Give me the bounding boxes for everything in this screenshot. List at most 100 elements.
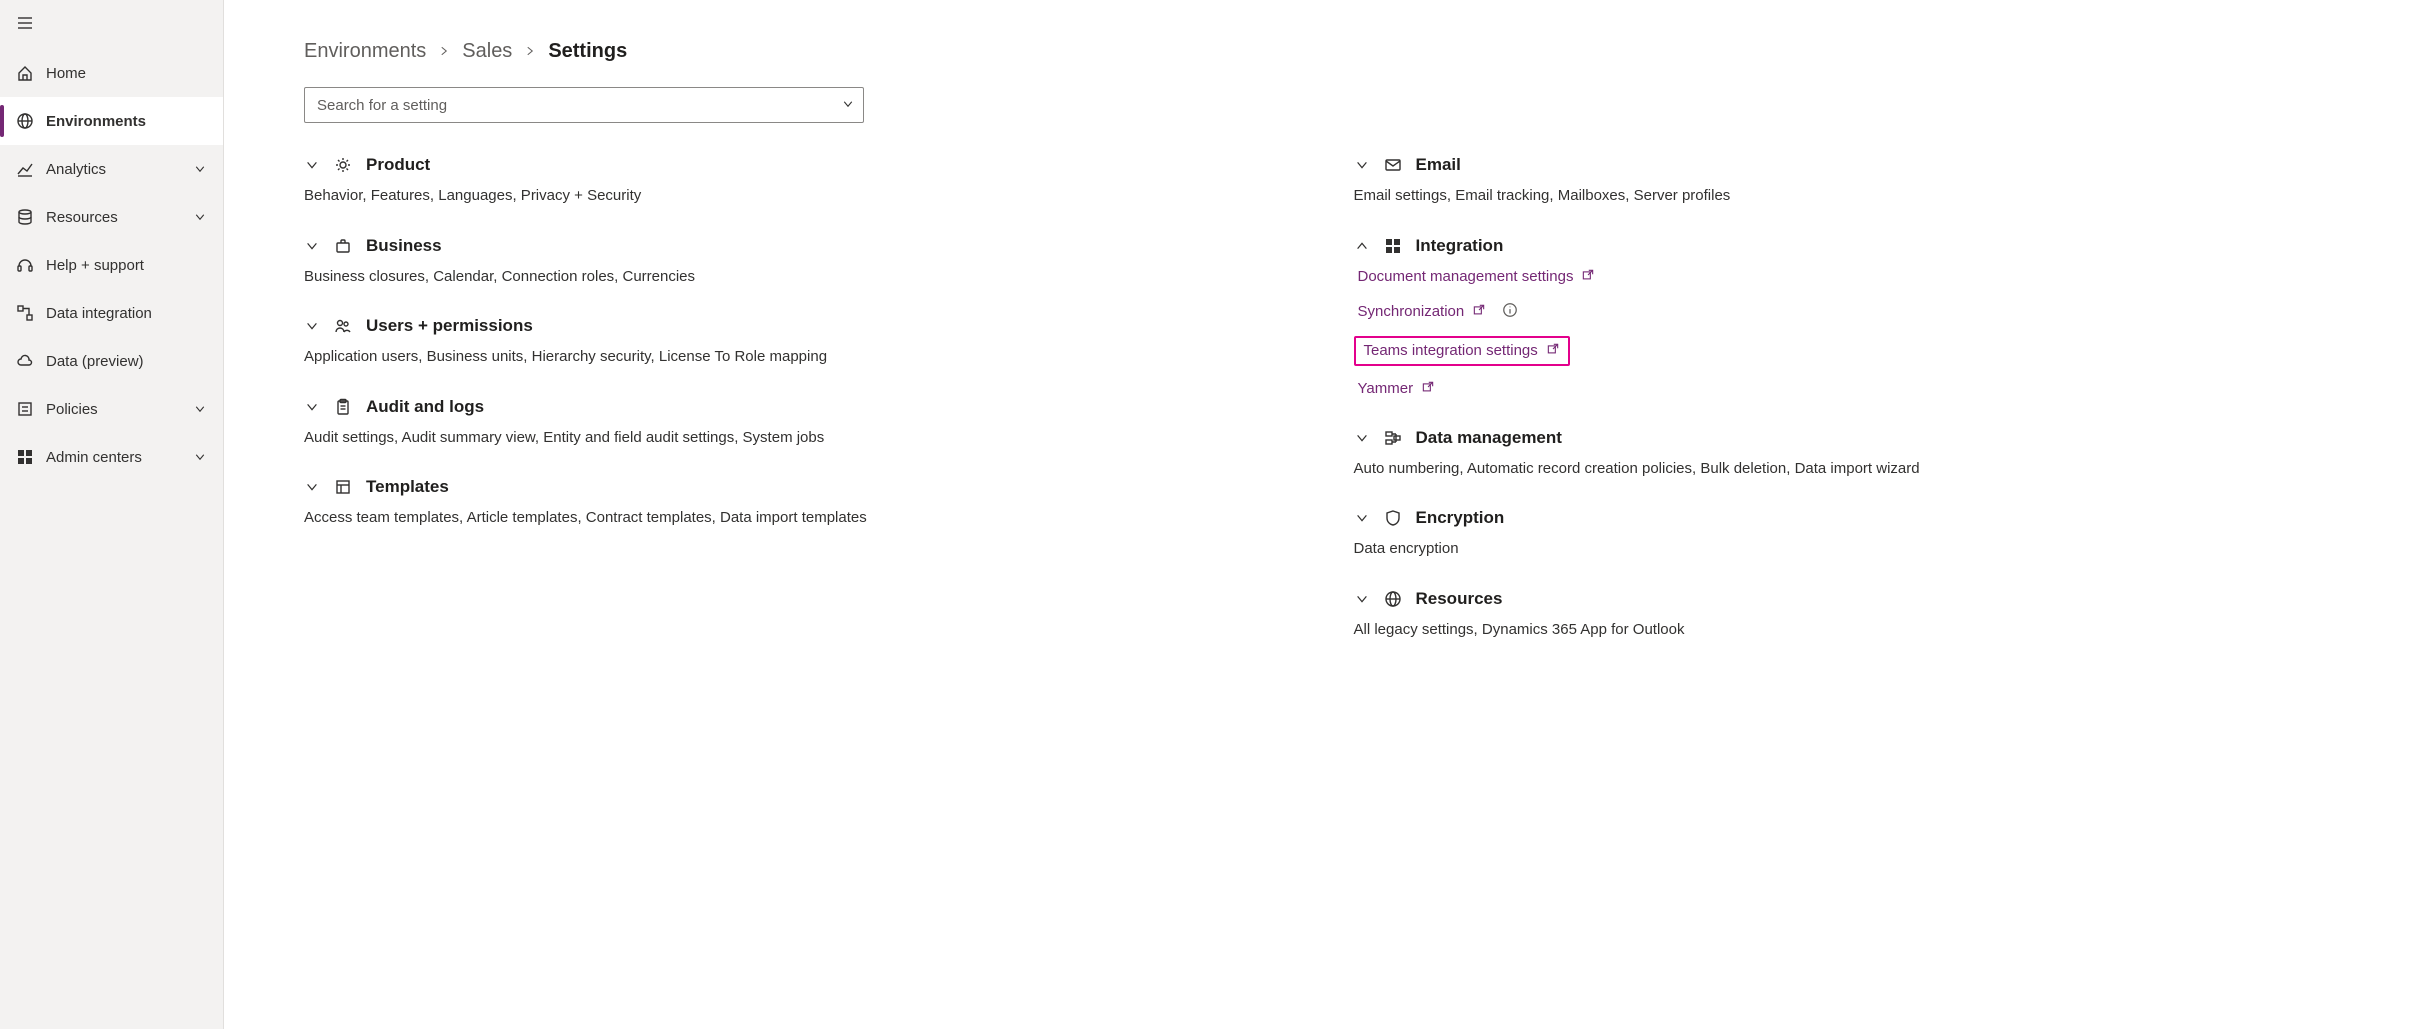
info-icon[interactable] bbox=[1502, 302, 1518, 322]
external-link-icon bbox=[1581, 268, 1595, 286]
settings-link[interactable]: Synchronization bbox=[1354, 300, 1523, 324]
chart-icon bbox=[16, 160, 34, 178]
globe-icon bbox=[16, 112, 34, 130]
group-header[interactable]: Integration bbox=[1354, 236, 2364, 256]
external-link-icon bbox=[1472, 303, 1486, 321]
gear-icon bbox=[334, 156, 352, 174]
group-subtitle: Auto numbering, Automatic record creatio… bbox=[1354, 458, 2364, 481]
chevron-down-icon bbox=[1354, 591, 1370, 607]
external-link-icon bbox=[1421, 380, 1435, 398]
group-header[interactable]: Data management bbox=[1354, 428, 2364, 448]
sidebar-item-datapre[interactable]: Data (preview) bbox=[0, 337, 223, 385]
chevron-right-icon bbox=[524, 40, 536, 63]
hamburger-button[interactable] bbox=[0, 0, 223, 49]
group-title: Business bbox=[366, 236, 442, 256]
sidebar-item-label: Admin centers bbox=[46, 449, 193, 466]
database-icon bbox=[16, 208, 34, 226]
sidebar-item-label: Analytics bbox=[46, 161, 193, 178]
group-subtitle: Behavior, Features, Languages, Privacy +… bbox=[304, 185, 1314, 208]
group-header[interactable]: Users + permissions bbox=[304, 316, 1314, 336]
main-content: Environments Sales Settings Product Behavio… bbox=[224, 0, 2423, 1029]
group-links: Document management settings Synchronizat… bbox=[1354, 266, 2364, 400]
group-header[interactable]: Audit and logs bbox=[304, 397, 1314, 417]
external-link-icon bbox=[1546, 342, 1560, 360]
group-header[interactable]: Email bbox=[1354, 155, 2364, 175]
group-subtitle: All legacy settings, Dynamics 365 App fo… bbox=[1354, 619, 2364, 642]
group-title: Product bbox=[366, 155, 430, 175]
chevron-down-icon bbox=[1354, 157, 1370, 173]
chevron-right-icon bbox=[438, 40, 450, 63]
chevron-down-icon bbox=[1354, 510, 1370, 526]
group-header[interactable]: Encryption bbox=[1354, 508, 2364, 528]
link-label: Synchronization bbox=[1358, 303, 1465, 320]
settings-column: Email Email settings, Email tracking, Mai… bbox=[1354, 155, 2364, 669]
sidebar-item-label: Resources bbox=[46, 209, 193, 226]
sidebar-item-admin[interactable]: Admin centers bbox=[0, 433, 223, 481]
settings-link[interactable]: Yammer bbox=[1354, 378, 1440, 400]
group-header[interactable]: Business bbox=[304, 236, 1314, 256]
group-title: Users + permissions bbox=[366, 316, 533, 336]
mail-icon bbox=[1384, 156, 1402, 174]
sidebar-item-label: Help + support bbox=[46, 257, 207, 274]
group-title: Data management bbox=[1416, 428, 1562, 448]
settings-group-audit: Audit and logsAudit settings, Audit summ… bbox=[304, 397, 1314, 450]
sidebar-item-analytics[interactable]: Analytics bbox=[0, 145, 223, 193]
settings-link[interactable]: Document management settings bbox=[1354, 266, 1600, 288]
chevron-down-icon bbox=[304, 399, 320, 415]
windows-icon bbox=[1384, 237, 1402, 255]
dataflow-icon bbox=[16, 304, 34, 322]
group-title: Email bbox=[1416, 155, 1461, 175]
globe-icon bbox=[1384, 590, 1402, 608]
settings-group-templates: Templates Access team templates, Article … bbox=[304, 477, 1314, 530]
group-subtitle: Data encryption bbox=[1354, 538, 2364, 561]
group-subtitle: Access team templates, Article templates… bbox=[304, 507, 1314, 530]
chevron-down-icon bbox=[193, 210, 207, 224]
settings-group-res: Resources All legacy settings, Dynamics 3… bbox=[1354, 589, 2364, 642]
chevron-down-icon bbox=[193, 402, 207, 416]
briefcase-icon bbox=[334, 237, 352, 255]
settings-group-integration: Integration Document management settings S… bbox=[1354, 236, 2364, 400]
shield-icon bbox=[1384, 509, 1402, 527]
sidebar-item-home[interactable]: Home bbox=[0, 49, 223, 97]
chevron-down-icon bbox=[193, 450, 207, 464]
settings-group-datamgmt: Data management Auto numbering, Automatic… bbox=[1354, 428, 2364, 481]
group-subtitle: Email settings, Email tracking, Mailboxe… bbox=[1354, 185, 2364, 208]
sidebar-item-resources[interactable]: Resources bbox=[0, 193, 223, 241]
sidebar-item-environments[interactable]: Environments bbox=[0, 97, 223, 145]
admin-icon bbox=[16, 448, 34, 466]
chevron-down-icon bbox=[1354, 430, 1370, 446]
breadcrumb-item[interactable]: Sales bbox=[462, 40, 512, 63]
settings-link[interactable]: Teams integration settings bbox=[1354, 336, 1570, 366]
sidebar-item-help[interactable]: Help + support bbox=[0, 241, 223, 289]
clipboard-icon bbox=[334, 398, 352, 416]
chevron-down-icon bbox=[304, 479, 320, 495]
hamburger-icon bbox=[16, 19, 34, 35]
sidebar-item-label: Policies bbox=[46, 401, 193, 418]
datamgmt-icon bbox=[1384, 429, 1402, 447]
group-header[interactable]: Resources bbox=[1354, 589, 2364, 609]
people-icon bbox=[334, 317, 352, 335]
chevron-down-icon bbox=[304, 318, 320, 334]
settings-column: Product Behavior, Features, Languages, Pr… bbox=[304, 155, 1314, 669]
sidebar-item-policies[interactable]: Policies bbox=[0, 385, 223, 433]
headset-icon bbox=[16, 256, 34, 274]
breadcrumb-item: Settings bbox=[548, 40, 627, 63]
group-subtitle: Application users, Business units, Hiera… bbox=[304, 346, 1314, 369]
group-header[interactable]: Templates bbox=[304, 477, 1314, 497]
cloud-icon bbox=[16, 352, 34, 370]
chevron-up-icon bbox=[1354, 238, 1370, 254]
sidebar: Home Environments Analytics Resources Help +… bbox=[0, 0, 224, 1029]
breadcrumb-item[interactable]: Environments bbox=[304, 40, 426, 63]
sidebar-item-dataint[interactable]: Data integration bbox=[0, 289, 223, 337]
search-input[interactable] bbox=[304, 87, 864, 123]
breadcrumb: Environments Sales Settings bbox=[304, 40, 2363, 63]
group-header[interactable]: Product bbox=[304, 155, 1314, 175]
group-title: Templates bbox=[366, 477, 449, 497]
settings-group-encryption: Encryption Data encryption bbox=[1354, 508, 2364, 561]
search-wrapper bbox=[304, 87, 864, 123]
settings-group-users: Users + permissions Application users, Bu… bbox=[304, 316, 1314, 369]
chevron-down-icon bbox=[193, 162, 207, 176]
sidebar-item-label: Data integration bbox=[46, 305, 207, 322]
sidebar-item-label: Environments bbox=[46, 113, 207, 130]
settings-group-email: Email Email settings, Email tracking, Mai… bbox=[1354, 155, 2364, 208]
